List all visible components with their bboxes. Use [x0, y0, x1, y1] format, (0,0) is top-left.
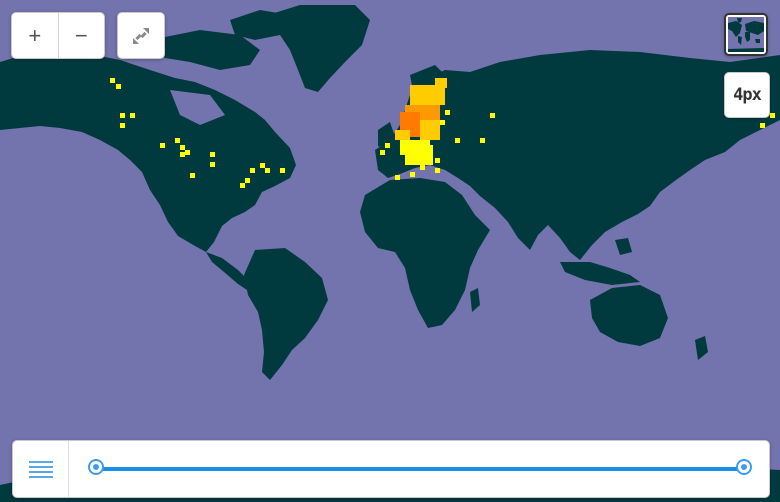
resolution-button[interactable]: 4px [724, 72, 770, 118]
time-range-track[interactable] [96, 467, 744, 471]
zoom-out-button[interactable]: − [57, 13, 105, 58]
fullscreen-button[interactable] [117, 12, 165, 59]
menu-button[interactable] [13, 441, 69, 497]
zoom-control: + − [11, 12, 105, 59]
world-map[interactable] [0, 0, 780, 502]
hamburger-menu-icon [28, 461, 53, 478]
range-start-handle[interactable] [88, 459, 104, 475]
range-end-handle[interactable] [736, 459, 752, 475]
timeline-panel [12, 440, 770, 498]
fullscreen-collapse-icon [133, 27, 149, 44]
world-map-thumbnail-icon [728, 17, 764, 52]
zoom-in-button[interactable]: + [12, 13, 58, 58]
resolution-label: 4px [733, 85, 762, 105]
basemap-layer-button[interactable] [724, 13, 768, 56]
